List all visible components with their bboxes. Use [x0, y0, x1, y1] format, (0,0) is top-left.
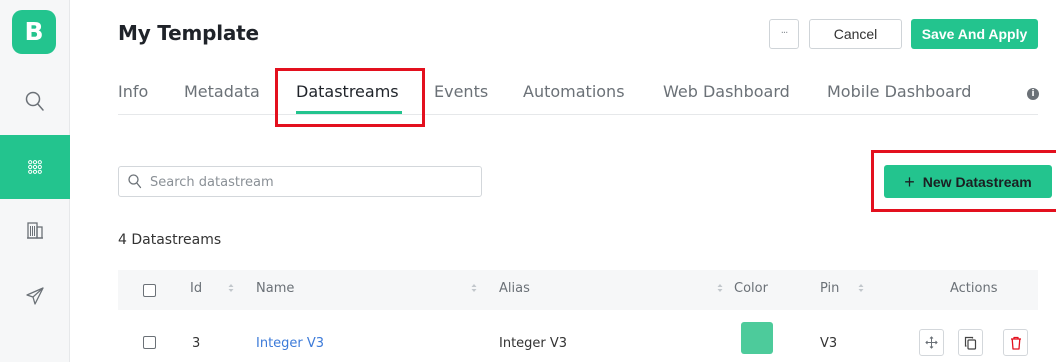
tab-web-dashboard[interactable]: Web Dashboard — [663, 82, 790, 101]
search-icon — [128, 174, 142, 189]
row-color-swatch — [741, 322, 773, 354]
row-id: 3 — [192, 336, 201, 351]
save-and-apply-button[interactable]: Save And Apply — [911, 19, 1038, 49]
move-button[interactable] — [919, 329, 944, 356]
column-header-actions: Actions — [950, 281, 998, 296]
search-icon — [25, 91, 44, 111]
page-title: My Template — [118, 21, 259, 45]
column-header-color[interactable]: Color — [734, 281, 768, 296]
row-name-link[interactable]: Integer V3 — [256, 336, 324, 351]
search-box[interactable] — [118, 166, 482, 197]
sort-icon[interactable] — [228, 283, 234, 293]
info-icon[interactable]: i — [1027, 88, 1039, 100]
organization-building-icon — [27, 222, 43, 239]
blynk-logo[interactable]: B — [12, 10, 56, 54]
sidebar-item-organizations[interactable] — [0, 200, 70, 260]
tab-mobile-dashboard[interactable]: Mobile Dashboard — [827, 82, 971, 101]
sort-icon[interactable] — [471, 283, 477, 293]
copy-icon — [964, 336, 977, 350]
sidebar-item-templates[interactable] — [0, 135, 70, 199]
delete-button[interactable] — [1003, 329, 1028, 356]
trash-icon — [1010, 336, 1021, 350]
tab-automations[interactable]: Automations — [523, 82, 625, 101]
sidebar: B — [0, 0, 70, 362]
highlight-box-datastreams-tab — [275, 68, 425, 127]
tabs-divider — [118, 114, 1038, 115]
highlight-box-new-datastream — [871, 150, 1056, 212]
column-header-name[interactable]: Name — [256, 281, 294, 296]
tab-metadata[interactable]: Metadata — [184, 82, 260, 101]
sort-icon[interactable] — [717, 283, 723, 293]
more-options-button[interactable]: ··· — [769, 19, 799, 49]
row-pin: V3 — [820, 336, 838, 351]
column-header-alias[interactable]: Alias — [499, 281, 530, 296]
search-datastream-input[interactable] — [150, 172, 470, 192]
sidebar-item-send[interactable] — [0, 266, 70, 326]
sort-icon[interactable] — [858, 283, 864, 293]
templates-grid-icon — [28, 160, 42, 174]
tab-events[interactable]: Events — [434, 82, 488, 101]
tab-info[interactable]: Info — [118, 82, 148, 101]
column-header-id[interactable]: Id — [190, 281, 202, 296]
datastream-count: 4 Datastreams — [118, 232, 222, 248]
send-paper-plane-icon — [26, 287, 44, 305]
row-alias: Integer V3 — [499, 336, 568, 351]
more-dots-icon: ··· — [780, 28, 788, 39]
cancel-button[interactable]: Cancel — [809, 19, 902, 49]
duplicate-button[interactable] — [958, 329, 983, 356]
move-arrows-icon — [925, 336, 938, 349]
column-header-pin[interactable]: Pin — [820, 281, 839, 296]
select-all-checkbox[interactable] — [143, 284, 156, 297]
row-checkbox[interactable] — [143, 336, 156, 349]
sidebar-item-search[interactable] — [0, 72, 70, 132]
